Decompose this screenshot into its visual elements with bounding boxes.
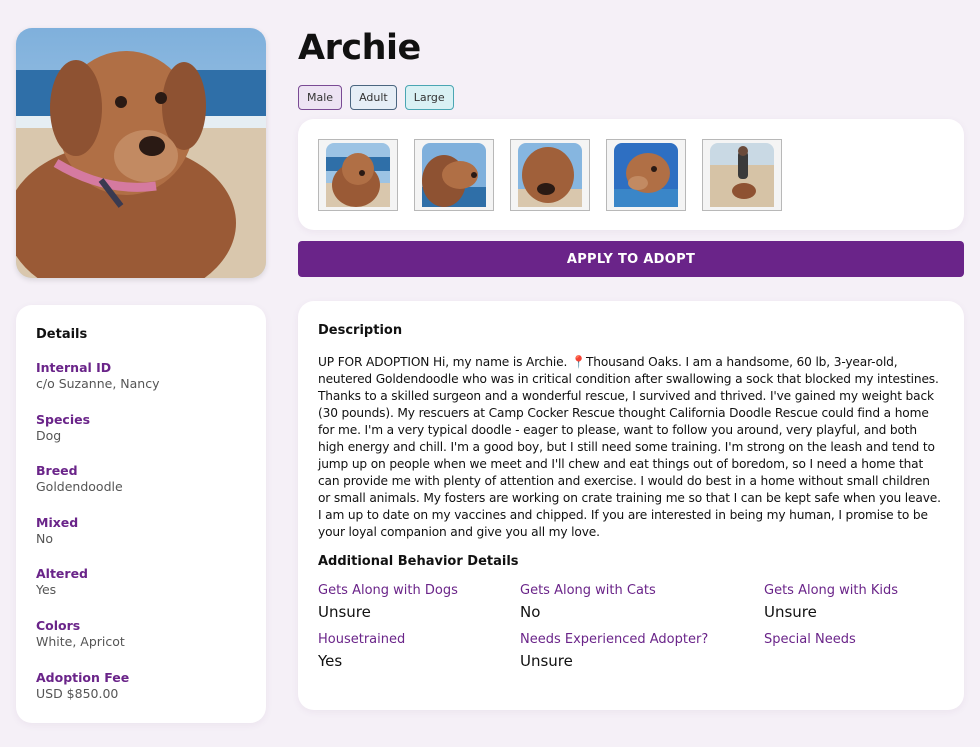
behavior-housetrained: Housetrained Yes bbox=[318, 631, 520, 671]
gallery-thumbnail[interactable] bbox=[414, 139, 494, 211]
detail-value: No bbox=[36, 530, 53, 546]
detail-internal-id: Internal ID c/o Suzanne, Nancy bbox=[36, 360, 246, 412]
details-title: Details bbox=[36, 327, 88, 342]
detail-label: Mixed bbox=[36, 514, 79, 530]
gallery-thumbnail[interactable] bbox=[318, 139, 398, 211]
detail-label: Internal ID bbox=[36, 360, 112, 375]
detail-breed: Breed Goldendoodle bbox=[36, 463, 246, 515]
detail-label: Breed bbox=[36, 463, 78, 479]
detail-mixed: Mixed No bbox=[36, 515, 246, 567]
behavior-label: Housetrained bbox=[318, 632, 406, 647]
behavior-value: Unsure bbox=[520, 652, 573, 670]
tag-size: Large bbox=[404, 85, 454, 110]
behavior-label: Gets Along with Kids bbox=[764, 583, 899, 598]
gallery-thumbnail[interactable] bbox=[606, 139, 686, 211]
detail-adoption-fee: Adoption Fee USD $850.00 bbox=[36, 670, 246, 722]
detail-label: Altered bbox=[36, 566, 89, 582]
detail-altered: Altered Yes bbox=[36, 566, 246, 618]
description-title: Description bbox=[318, 323, 403, 338]
pet-tags: Male Adult Large bbox=[298, 85, 454, 110]
tag-age: Adult bbox=[350, 85, 397, 110]
behavior-grid: Gets Along with Dogs Unsure Gets Along w… bbox=[318, 582, 944, 671]
behavior-label: Gets Along with Cats bbox=[520, 583, 656, 598]
behavior-title: Additional Behavior Details bbox=[318, 554, 519, 569]
detail-label: Adoption Fee bbox=[36, 669, 130, 685]
detail-value: Yes bbox=[36, 582, 57, 598]
description-panel: Description UP FOR ADOPTION Hi, my name … bbox=[298, 301, 964, 710]
behavior-dogs: Gets Along with Dogs Unsure bbox=[318, 582, 520, 622]
behavior-cats: Gets Along with Cats No bbox=[520, 582, 764, 622]
detail-value: USD $850.00 bbox=[36, 685, 119, 701]
behavior-value: Yes bbox=[318, 652, 343, 670]
detail-label: Species bbox=[36, 411, 91, 427]
tag-gender: Male bbox=[298, 85, 343, 110]
detail-value: c/o Suzanne, Nancy bbox=[36, 376, 160, 391]
behavior-value: Unsure bbox=[318, 603, 371, 621]
behavior-label: Special Needs bbox=[764, 632, 856, 647]
behavior-kids: Gets Along with Kids Unsure bbox=[764, 582, 944, 622]
detail-value: Dog bbox=[36, 427, 62, 443]
gallery-thumbnail[interactable] bbox=[702, 139, 782, 211]
behavior-experienced-adopter: Needs Experienced Adopter? Unsure bbox=[520, 631, 764, 671]
behavior-label: Gets Along with Dogs bbox=[318, 583, 458, 598]
photo-gallery bbox=[298, 119, 964, 230]
pet-main-photo bbox=[16, 28, 266, 278]
detail-value: Goldendoodle bbox=[36, 479, 123, 495]
detail-species: Species Dog bbox=[36, 412, 246, 464]
detail-value: White, Apricot bbox=[36, 633, 125, 649]
behavior-label: Needs Experienced Adopter? bbox=[520, 632, 709, 647]
apply-to-adopt-button[interactable]: APPLY TO ADOPT bbox=[298, 241, 964, 277]
detail-colors: Colors White, Apricot bbox=[36, 618, 246, 670]
behavior-value bbox=[764, 651, 944, 671]
detail-label: Colors bbox=[36, 617, 81, 633]
details-panel: Details Internal ID c/o Suzanne, Nancy S… bbox=[16, 305, 266, 723]
behavior-value: No bbox=[520, 603, 541, 621]
pet-name: Archie bbox=[298, 28, 421, 68]
behavior-value: Unsure bbox=[764, 603, 817, 621]
gallery-thumbnail[interactable] bbox=[510, 139, 590, 211]
description-text: UP FOR ADOPTION Hi, my name is Archie. 📍… bbox=[318, 355, 941, 539]
behavior-special-needs: Special Needs bbox=[764, 631, 944, 671]
